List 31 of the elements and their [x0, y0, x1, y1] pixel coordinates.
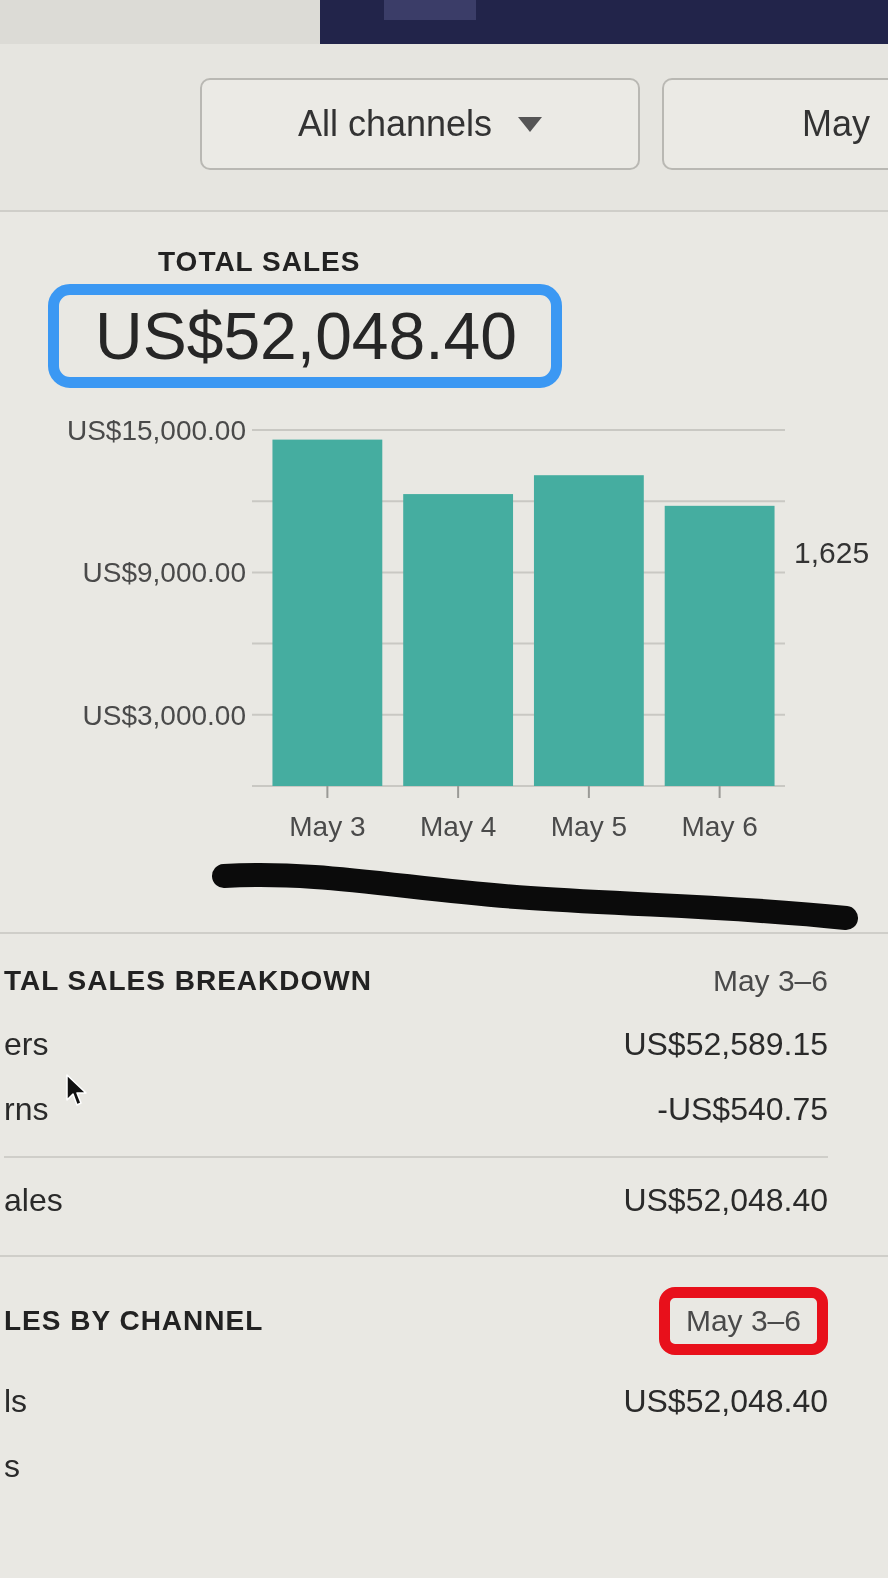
- date-range-button[interactable]: May: [662, 78, 888, 170]
- axis-label: May 5: [550, 810, 627, 842]
- tick-mark: [457, 784, 460, 799]
- caret-icon: [518, 116, 543, 132]
- axis-label: 1,625: [794, 535, 870, 570]
- section-title: LES BY CHANNEL: [4, 1304, 264, 1337]
- section-title: TAL SALES BREAKDOWN: [4, 964, 372, 997]
- channel-dropdown[interactable]: All channels: [200, 78, 640, 170]
- total-sales-amount: US$52,048.40: [95, 299, 517, 375]
- tick-mark: [326, 784, 329, 799]
- axis-label: US$15,000.00: [66, 414, 246, 446]
- row-label: s: [4, 1447, 20, 1485]
- row-label: rns: [4, 1090, 49, 1128]
- row-label: ers: [4, 1025, 49, 1063]
- row-value: US$52,589.15: [623, 1025, 828, 1063]
- cursor-icon: [66, 1073, 88, 1106]
- tick-mark: [587, 784, 590, 799]
- row-value: US$52,048.40: [623, 1181, 828, 1219]
- tick-mark: [718, 784, 721, 799]
- row-label: ales: [4, 1181, 63, 1219]
- row-value: US$52,048.40: [623, 1382, 828, 1420]
- axis-label: May 3: [289, 810, 366, 842]
- axis-label: US$3,000.00: [82, 699, 246, 731]
- section-title: TOTAL SALES: [158, 246, 361, 278]
- row-label: ls: [4, 1382, 28, 1420]
- row-value: -US$540.75: [657, 1090, 828, 1128]
- axis-label: US$9,000.00: [82, 557, 246, 589]
- period-label: May 3–6: [685, 1303, 801, 1338]
- period-label: May 3–6: [712, 963, 828, 998]
- axis-label: May 6: [681, 810, 758, 842]
- axis-label: May 4: [420, 810, 497, 842]
